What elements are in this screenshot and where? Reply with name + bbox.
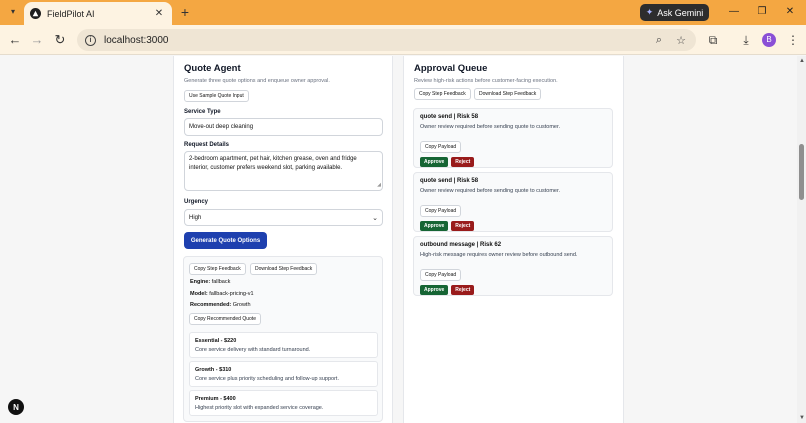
- plus-icon[interactable]: +: [178, 4, 192, 20]
- approval-item: outbound message | Risk 62 High-risk mes…: [413, 236, 613, 296]
- tab-strip: ▾ FieldPilot AI ✕ + ✦ Ask Gemini — ❐ ✕: [0, 0, 806, 25]
- scrollbar[interactable]: ▲ ▼: [797, 56, 806, 423]
- minimize-icon[interactable]: —: [724, 4, 744, 20]
- option-description: Core service plus priority scheduling an…: [195, 376, 339, 382]
- quote-option-essential: Essential - $220 Core service delivery w…: [189, 332, 378, 358]
- menu-icon[interactable]: ⋮: [786, 33, 800, 47]
- address-bar[interactable]: i localhost:3000 ⌕ ☆: [77, 29, 696, 51]
- zoom-icon[interactable]: ⌕: [652, 34, 666, 47]
- forward-icon[interactable]: →: [29, 32, 45, 48]
- option-title: Growth - $310: [195, 367, 232, 373]
- engine-label: Engine:: [190, 279, 211, 285]
- site-info-icon[interactable]: i: [85, 34, 96, 46]
- nextjs-dev-badge[interactable]: N: [8, 399, 24, 415]
- ask-gemini-label: Ask Gemini: [657, 7, 704, 18]
- copy-step-feedback-button[interactable]: Copy Step Feedback: [414, 88, 471, 100]
- recommended-label: Recommended:: [190, 302, 232, 308]
- reject-button[interactable]: Reject: [451, 221, 475, 231]
- download-step-feedback-button[interactable]: Download Step Feedback: [474, 88, 542, 100]
- service-type-label: Service Type: [184, 109, 221, 115]
- approval-item-description: High-risk message requires owner review …: [420, 252, 578, 258]
- copy-payload-button[interactable]: Copy Payload: [420, 269, 462, 281]
- request-details-label: Request Details: [184, 142, 230, 148]
- model-line: Model: fallback-pricing-v1: [190, 291, 254, 297]
- quote-option-premium: Premium - $400 Highest priority slot wit…: [189, 390, 378, 416]
- quote-agent-card: Quote Agent Generate three quote options…: [173, 56, 393, 423]
- option-description: Core service delivery with standard turn…: [195, 347, 311, 353]
- option-description: Highest priority slot with expanded serv…: [195, 405, 324, 411]
- approve-button[interactable]: Approve: [420, 285, 449, 295]
- option-title: Essential - $220: [195, 338, 237, 344]
- quote-agent-subtitle: Generate three quote options and enqueue…: [184, 78, 330, 84]
- approval-item-title: outbound message | Risk 62: [420, 242, 502, 248]
- approval-queue-card: Approval Queue Review high-risk actions …: [403, 56, 624, 423]
- tab-title: FieldPilot AI: [47, 8, 95, 19]
- quote-results-panel: Copy Step Feedback Download Step Feedbac…: [183, 256, 383, 422]
- approval-item: quote send | Risk 58 Owner review requir…: [413, 172, 613, 232]
- url-text[interactable]: localhost:3000: [104, 35, 652, 46]
- copy-payload-button[interactable]: Copy Payload: [420, 141, 462, 153]
- recommended-value: Growth: [232, 302, 251, 308]
- gemini-icon: ✦: [645, 7, 654, 17]
- scroll-up-icon[interactable]: ▲: [799, 58, 805, 64]
- request-details-field[interactable]: 2-bedroom apartment, pet hair, kitchen g…: [184, 151, 383, 191]
- browser-toolbar: ← → ↻ i localhost:3000 ⌕ ☆ ⧉ ⤓ B ⋮: [0, 25, 806, 55]
- model-value: fallback-pricing-v1: [209, 291, 254, 297]
- approval-item-description: Owner review required before sending quo…: [420, 124, 561, 130]
- quote-option-growth: Growth - $310 Core service plus priority…: [189, 361, 378, 387]
- back-icon[interactable]: ←: [7, 32, 23, 48]
- extensions-icon[interactable]: ⧉: [706, 33, 720, 47]
- urgency-select[interactable]: High ⌄: [184, 209, 383, 226]
- close-icon[interactable]: ✕: [152, 8, 166, 19]
- approve-button[interactable]: Approve: [420, 221, 449, 231]
- browser-tab[interactable]: FieldPilot AI ✕: [24, 2, 172, 25]
- favicon-icon: [30, 8, 41, 19]
- copy-payload-button[interactable]: Copy Payload: [420, 205, 462, 217]
- recommended-line: Recommended: Growth: [190, 302, 251, 308]
- chevron-down-icon: ⌄: [372, 214, 378, 222]
- approval-item-description: Owner review required before sending quo…: [420, 188, 561, 194]
- restore-icon[interactable]: ❐: [752, 4, 772, 20]
- urgency-value: High: [189, 214, 202, 221]
- close-window-icon[interactable]: ✕: [780, 4, 800, 20]
- model-label: Model:: [190, 291, 208, 297]
- approval-item-title: quote send | Risk 58: [420, 114, 479, 120]
- urgency-label: Urgency: [184, 199, 209, 205]
- service-type-value: Move-out deep cleaning: [189, 124, 254, 130]
- download-step-feedback-button[interactable]: Download Step Feedback: [250, 263, 318, 275]
- page-title: Quote Agent: [184, 63, 241, 74]
- use-sample-input-button[interactable]: Use Sample Quote Input: [184, 90, 249, 102]
- download-icon[interactable]: ⤓: [739, 33, 753, 47]
- generate-quote-options-button[interactable]: Generate Quote Options: [184, 232, 267, 249]
- copy-recommended-quote-button[interactable]: Copy Recommended Quote: [189, 313, 261, 325]
- approve-button[interactable]: Approve: [420, 157, 449, 167]
- bookmark-star-icon[interactable]: ☆: [674, 34, 688, 47]
- scroll-thumb[interactable]: [799, 144, 804, 200]
- approval-queue-title: Approval Queue: [414, 63, 488, 74]
- engine-value: fallback: [211, 279, 231, 285]
- scroll-down-icon[interactable]: ▼: [799, 415, 805, 421]
- service-type-field[interactable]: Move-out deep cleaning: [184, 118, 383, 136]
- option-title: Premium - $400: [195, 396, 236, 402]
- request-details-value: 2-bedroom apartment, pet hair, kitchen g…: [189, 156, 357, 171]
- reject-button[interactable]: Reject: [451, 285, 475, 295]
- avatar[interactable]: B: [762, 33, 776, 47]
- approval-item: quote send | Risk 58 Owner review requir…: [413, 108, 613, 168]
- page-viewport: Quote Agent Generate three quote options…: [0, 56, 797, 423]
- approval-item-title: quote send | Risk 58: [420, 178, 479, 184]
- ask-gemini-button[interactable]: ✦ Ask Gemini: [640, 4, 709, 21]
- reload-icon[interactable]: ↻: [52, 32, 68, 48]
- reject-button[interactable]: Reject: [451, 157, 475, 167]
- engine-line: Engine: fallback: [190, 279, 230, 285]
- tab-search-icon[interactable]: ▾: [7, 6, 19, 18]
- approval-queue-subtitle: Review high-risk actions before customer…: [414, 78, 558, 84]
- copy-step-feedback-button[interactable]: Copy Step Feedback: [189, 263, 246, 275]
- resize-handle-icon[interactable]: ◢: [377, 181, 381, 190]
